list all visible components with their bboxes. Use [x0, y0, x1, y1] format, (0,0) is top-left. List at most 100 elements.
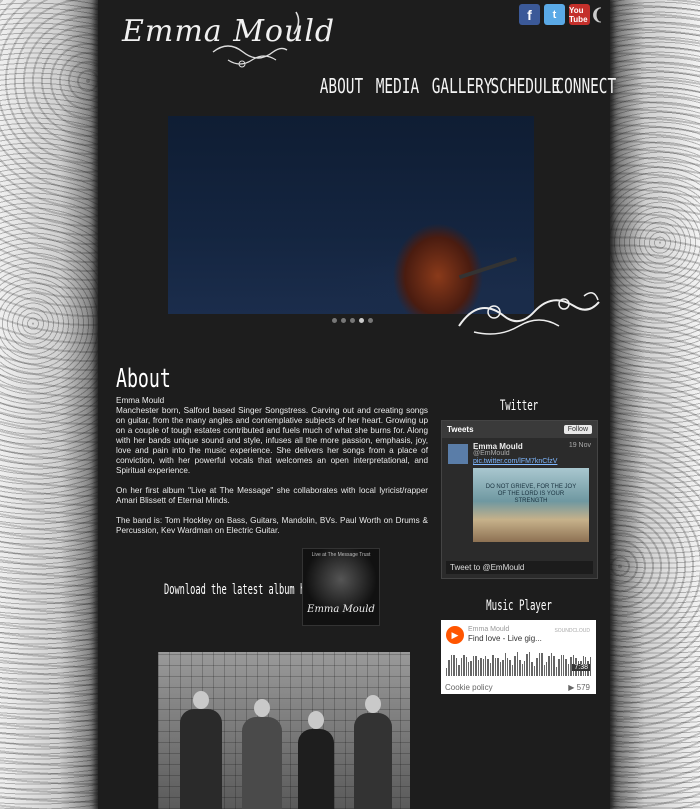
waveform-bar — [567, 663, 570, 676]
about-text: Emma Mould Manchester born, Salford base… — [116, 396, 428, 546]
waveform-bar — [470, 661, 472, 676]
slider-dot[interactable] — [359, 318, 364, 323]
play-icon[interactable]: ▶ — [446, 626, 464, 644]
slider-dot[interactable] — [350, 318, 355, 323]
play-count: ▶ 579 — [568, 683, 590, 692]
waveform-bar — [565, 659, 567, 676]
waveform-bar — [482, 659, 484, 676]
slider-dot[interactable] — [332, 318, 337, 323]
waveform-bar — [509, 660, 511, 676]
nav-connect[interactable]: CONNECT — [555, 74, 616, 98]
tweet-image[interactable]: DO NOT GRIEVE, FOR THE JOY OF THE LORD I… — [473, 468, 589, 542]
feather-icon: ❨ — [590, 6, 604, 24]
site-logo[interactable]: Emma Mould — [118, 8, 334, 72]
waveform-bar — [519, 659, 521, 676]
waveform-bar — [477, 660, 480, 676]
tweet-author-handle[interactable]: @EmMould — [473, 450, 510, 457]
waveform-bar — [450, 654, 453, 676]
waveform-bar — [528, 651, 531, 676]
waveform-bar — [504, 652, 506, 676]
waveform-bar — [480, 658, 482, 676]
waveform-bar — [531, 662, 533, 676]
follow-button[interactable]: Follow — [563, 425, 592, 434]
microphone — [458, 256, 518, 280]
waveform-bar — [446, 668, 448, 676]
sc-track[interactable]: Find love - Live gig... — [468, 634, 548, 643]
soundcloud-widget: ▶ Emma Mould Find love - Live gig... SOU… — [441, 620, 596, 694]
waveform-bar — [524, 660, 526, 676]
about-paragraph-1: Manchester born, Salford based Singer So… — [116, 406, 428, 475]
waveform-bar — [453, 654, 455, 676]
waveform-bar — [536, 657, 538, 676]
waveform-bar — [548, 655, 550, 676]
waveform-bar — [489, 663, 492, 676]
social-links: f t You Tube ❨ — [519, 4, 604, 25]
cookie-policy-link[interactable]: Cookie policy — [445, 683, 493, 692]
tweet: Emma Mould @EmMould 19 Nov pic.twitter.c… — [442, 438, 597, 542]
waveform-bar — [538, 653, 541, 676]
tweets-label: Tweets — [447, 425, 474, 434]
youtube-icon[interactable]: You Tube — [569, 4, 590, 25]
band-photo — [158, 652, 410, 809]
tweet-date[interactable]: 19 Nov — [569, 442, 591, 449]
waveform-bar — [458, 664, 460, 676]
waveform-bar — [514, 656, 516, 676]
tweets-header: Tweets Follow — [442, 421, 597, 438]
slider-dots — [332, 318, 373, 323]
about-name-line: Emma Mould — [116, 396, 165, 405]
waveform-bar — [448, 659, 450, 676]
waveform-bar — [492, 655, 494, 676]
tweet-image-quote: DO NOT GRIEVE, FOR THE JOY OF THE LORD I… — [485, 484, 577, 504]
nav-media[interactable]: MEDIA — [376, 74, 419, 98]
main-content-panel: Emma Mould f t You Tube ❨ ABOUT MEDIA GA… — [98, 0, 616, 809]
album-cover-top-text: Live at The Message Trust — [311, 552, 371, 558]
waveform-bar — [560, 654, 562, 676]
soundcloud-logo[interactable]: SOUNDCLOUD — [554, 628, 590, 634]
twitter-widget: Tweets Follow Emma Mould @EmMould 19 Nov… — [441, 420, 598, 579]
logo-flourish-icon — [212, 11, 300, 68]
grunge-background-left — [0, 0, 110, 809]
waveform-bar — [463, 654, 465, 676]
album-cover-title: Emma Mould — [307, 604, 375, 615]
tweet-link[interactable]: pic.twitter.com/lFM7knCfzV — [473, 458, 557, 465]
avatar[interactable] — [448, 444, 468, 464]
slider-dot[interactable] — [368, 318, 373, 323]
waveform[interactable] — [446, 650, 592, 676]
waveform-bar — [455, 658, 458, 676]
grunge-background-right — [600, 0, 700, 809]
sc-duration: 7:38 — [572, 664, 590, 671]
waveform-bar — [485, 656, 487, 676]
tweet-to-link[interactable]: Tweet to @EmMould — [446, 561, 593, 574]
music-player-heading: Music Player — [486, 598, 552, 614]
waveform-bar — [497, 657, 499, 676]
facebook-icon[interactable]: f — [519, 4, 540, 25]
nav-schedule[interactable]: SCHEDULE — [491, 74, 560, 98]
waveform-bar — [541, 653, 543, 676]
waveform-bar — [545, 662, 548, 676]
waveform-bar — [543, 665, 545, 676]
waveform-bar — [589, 657, 592, 676]
waveform-bar — [475, 656, 477, 676]
waveform-bar — [494, 657, 497, 676]
album-cover-link[interactable]: Live at The Message Trust Emma Mould — [302, 548, 380, 626]
twitter-heading: Twitter — [499, 398, 539, 414]
nav-gallery[interactable]: GALLERY — [432, 74, 493, 98]
about-paragraph-3: The band is: Tom Hockley on Bass, Guitar… — [116, 516, 428, 535]
waveform-bar — [563, 655, 565, 676]
main-nav: ABOUT MEDIA GALLERY SCHEDULE CONNECT — [308, 74, 616, 98]
waveform-bar — [555, 667, 558, 676]
waveform-bar — [506, 658, 509, 676]
about-paragraph-2: On her first album "Live at The Message"… — [116, 486, 428, 505]
nav-about[interactable]: ABOUT — [320, 74, 363, 98]
waveform-bar — [460, 657, 463, 676]
waveform-bar — [487, 658, 489, 676]
twitter-icon[interactable]: t — [544, 4, 565, 25]
hero-slider-image[interactable] — [168, 116, 534, 314]
waveform-bar — [467, 661, 470, 676]
waveform-bar — [465, 656, 467, 676]
waveform-bar — [499, 661, 502, 676]
waveform-bar — [553, 655, 555, 676]
sc-artist[interactable]: Emma Mould — [468, 626, 509, 633]
slider-dot[interactable] — [341, 318, 346, 323]
about-heading: About — [116, 364, 171, 394]
